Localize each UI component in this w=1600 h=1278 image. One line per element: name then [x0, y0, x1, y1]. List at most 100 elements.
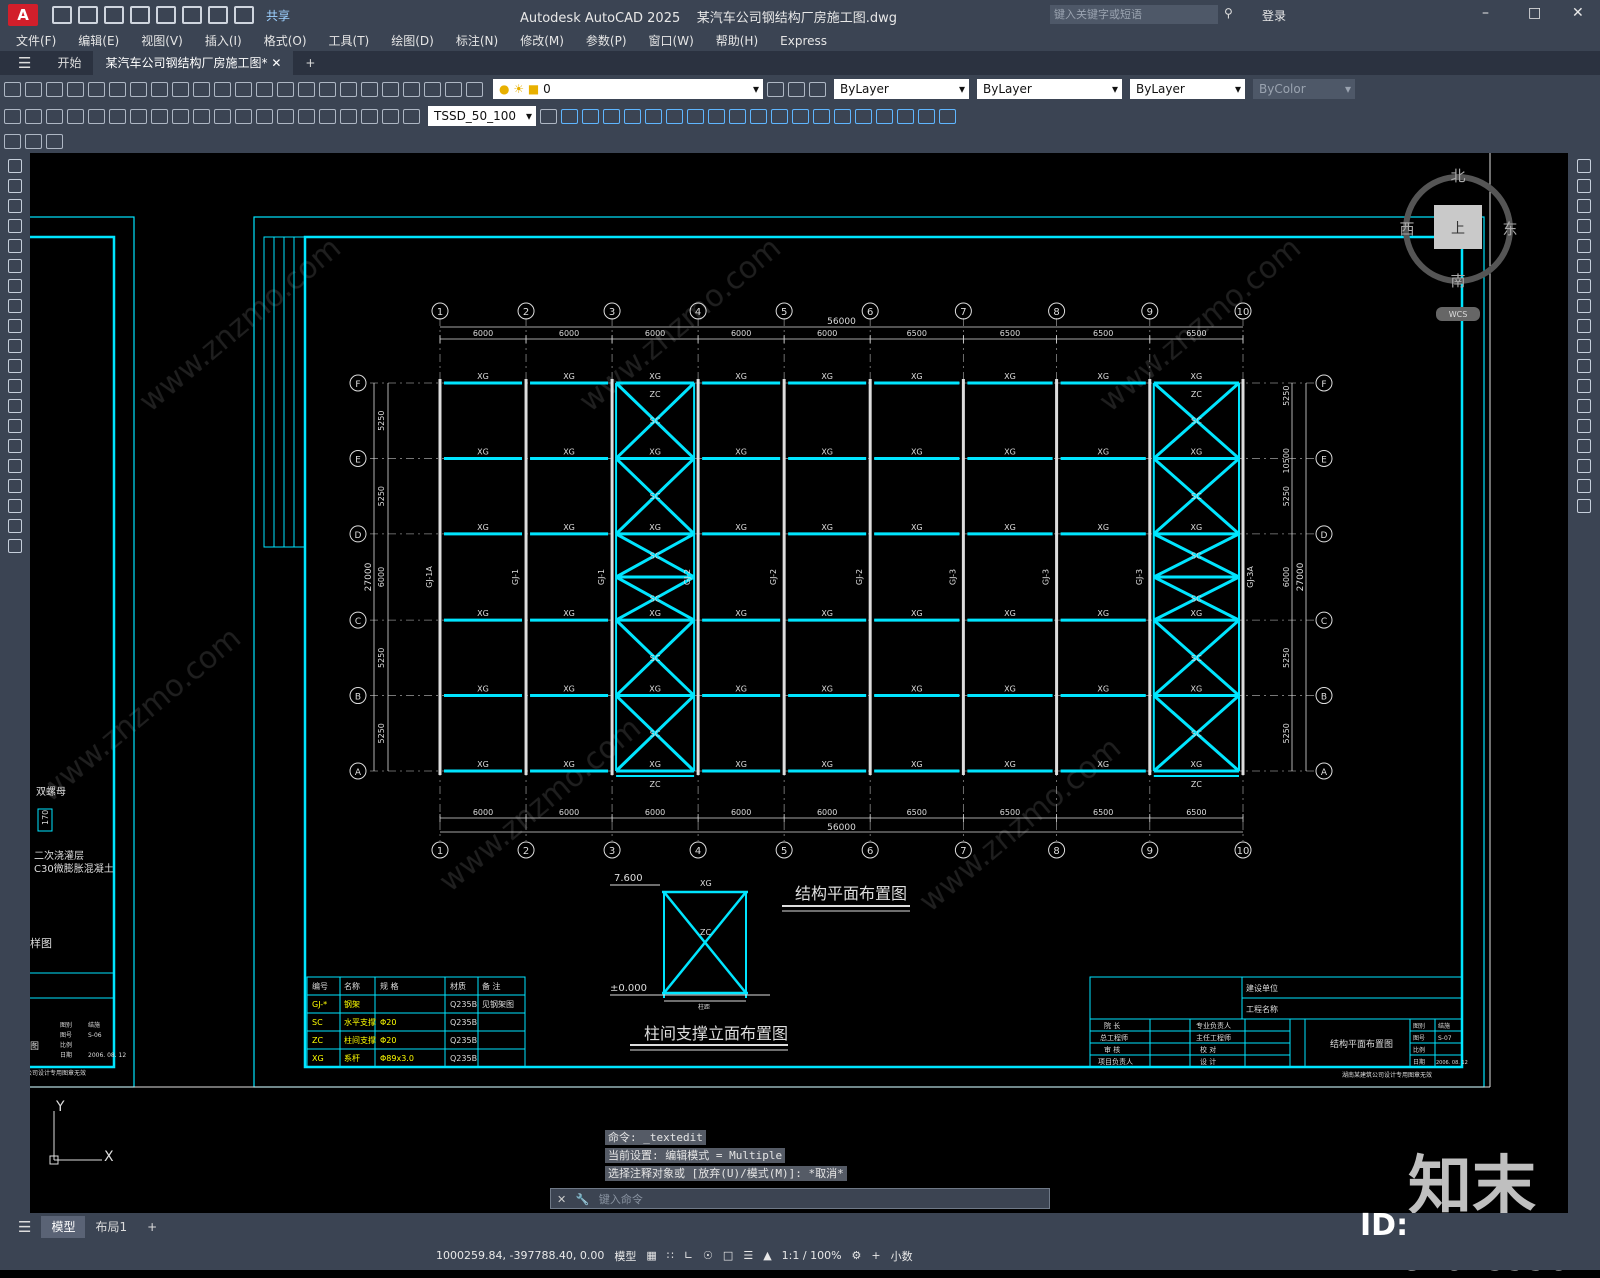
center-mark-icon[interactable]: [298, 108, 315, 124]
arc-icon[interactable]: [8, 259, 22, 273]
menu-tools[interactable]: 工具(T): [329, 32, 370, 49]
paste-icon[interactable]: [172, 81, 189, 97]
hamburger-menu-icon[interactable]: ☰: [18, 54, 31, 72]
undo-icon[interactable]: [208, 6, 228, 24]
save-icon[interactable]: [46, 81, 63, 97]
modeling-union-icon[interactable]: [792, 108, 809, 124]
new-icon[interactable]: [4, 81, 21, 97]
viewport-scale[interactable]: 1:1 / 100%: [782, 1249, 842, 1262]
add-layout-button[interactable]: +: [137, 1216, 167, 1238]
dimstyle-dropdown[interactable]: TSSD_50_100 ▾: [428, 106, 536, 126]
search-input[interactable]: 键入关键字或短语: [1050, 5, 1218, 24]
grid-icon[interactable]: ▦: [646, 1249, 656, 1262]
break-at-point-icon[interactable]: [1577, 379, 1591, 393]
modeling-intersect-icon[interactable]: [834, 108, 851, 124]
arc-length-icon[interactable]: [46, 108, 63, 124]
color-dropdown[interactable]: ByLayer ▾: [834, 79, 969, 99]
dim-style-manager-icon[interactable]: [540, 108, 557, 124]
menu-edit[interactable]: 编辑(E): [78, 32, 119, 49]
calculator-icon[interactable]: [424, 81, 441, 97]
wrench-icon[interactable]: 🔧: [576, 1193, 590, 1206]
menu-express[interactable]: Express: [780, 34, 827, 48]
menu-draw[interactable]: 绘图(D): [391, 32, 434, 49]
cut-icon[interactable]: [130, 81, 147, 97]
inspection-icon[interactable]: [319, 108, 336, 124]
modeling-wedge-icon[interactable]: [582, 108, 599, 124]
circle-icon[interactable]: [8, 279, 22, 293]
menu-window[interactable]: 窗口(W): [649, 32, 694, 49]
menu-dimension[interactable]: 标注(N): [456, 32, 498, 49]
ordinate-dim-icon[interactable]: [67, 108, 84, 124]
lineweight-dropdown[interactable]: ByLayer ▾: [1130, 79, 1245, 99]
construction-line-icon[interactable]: [8, 179, 22, 193]
erase-icon[interactable]: [1577, 159, 1591, 173]
quick-dim-icon[interactable]: [172, 108, 189, 124]
close-icon[interactable]: ✕: [1572, 5, 1584, 21]
plot-icon[interactable]: [182, 6, 202, 24]
point-icon[interactable]: [8, 419, 22, 433]
tolerance-icon[interactable]: [277, 108, 294, 124]
modeling-extrude-icon[interactable]: [708, 108, 725, 124]
rotate-icon[interactable]: [1577, 279, 1591, 293]
gear-icon[interactable]: ⚙: [852, 1249, 862, 1262]
units-dropdown[interactable]: 小数: [891, 1248, 913, 1264]
offset-icon[interactable]: [1577, 219, 1591, 233]
modeling-3darray-icon[interactable]: [918, 108, 935, 124]
menu-insert[interactable]: 插入(I): [205, 32, 242, 49]
menu-file[interactable]: 文件(F): [16, 32, 56, 49]
modeling-3drotate-icon[interactable]: [876, 108, 893, 124]
blend-curves-icon[interactable]: [1577, 479, 1591, 493]
baseline-dim-icon[interactable]: [193, 108, 210, 124]
new-icon[interactable]: [52, 6, 72, 24]
match-properties-icon[interactable]: [193, 81, 210, 97]
layer-tool-icon[interactable]: [46, 133, 63, 149]
dim-text-edit-icon[interactable]: [382, 108, 399, 124]
mtext-icon[interactable]: [8, 519, 22, 533]
hamburger-menu-icon[interactable]: ☰: [18, 1218, 31, 1236]
break-icon[interactable]: [1577, 399, 1591, 413]
modeling-box-icon[interactable]: [561, 108, 578, 124]
modeling-3dmove-icon[interactable]: [855, 108, 872, 124]
jogged-linear-icon[interactable]: [340, 108, 357, 124]
share-button[interactable]: 共享: [266, 7, 290, 24]
modeling-cylinder-icon[interactable]: [645, 108, 662, 124]
aligned-dim-icon[interactable]: [25, 108, 42, 124]
open-icon[interactable]: [78, 6, 98, 24]
autocad-logo-icon[interactable]: A: [8, 4, 38, 26]
modeling-sweep-icon[interactable]: [750, 108, 767, 124]
minimize-icon[interactable]: –: [1482, 5, 1489, 21]
spline-icon[interactable]: [8, 319, 22, 333]
close-icon[interactable]: ✕: [557, 1193, 566, 1206]
scale-icon[interactable]: [1577, 299, 1591, 313]
viewcube[interactable]: 上 北 南 东 西 WCS: [1399, 167, 1518, 321]
menu-parametric[interactable]: 参数(P): [586, 32, 627, 49]
publish-icon[interactable]: [156, 6, 176, 24]
plotstyle-dropdown[interactable]: ByColor ▾: [1253, 79, 1355, 99]
modeling-section-icon[interactable]: [939, 108, 956, 124]
sheet-set-icon[interactable]: [403, 81, 420, 97]
radius-dim-icon[interactable]: [88, 108, 105, 124]
new-tab-button[interactable]: +: [293, 51, 327, 75]
polyline-icon[interactable]: [8, 199, 22, 213]
add-selected-icon[interactable]: [8, 539, 22, 553]
modeling-torus-icon[interactable]: [666, 108, 683, 124]
search-icon[interactable]: ⚲: [1224, 6, 1233, 20]
line-icon[interactable]: [8, 159, 22, 173]
tool-palettes-icon[interactable]: [382, 81, 399, 97]
plus-icon[interactable]: +: [871, 1249, 880, 1262]
lineweight-icon[interactable]: ☰: [743, 1249, 753, 1262]
modeling-subtract-icon[interactable]: [813, 108, 830, 124]
menu-help[interactable]: 帮助(H): [716, 32, 758, 49]
mirror-icon[interactable]: [1577, 199, 1591, 213]
help-icon[interactable]: [445, 81, 462, 97]
table-icon[interactable]: [8, 499, 22, 513]
ellipse-icon[interactable]: [8, 339, 22, 353]
tab-layout1[interactable]: 布局1: [85, 1216, 137, 1238]
zoom-previous-icon[interactable]: [319, 81, 336, 97]
modeling-revolve-icon[interactable]: [729, 108, 746, 124]
ellipse-arc-icon[interactable]: [8, 359, 22, 373]
modeling-pyramid-icon[interactable]: [687, 108, 704, 124]
tab-start[interactable]: 开始: [45, 51, 93, 75]
modeling-loft-icon[interactable]: [771, 108, 788, 124]
redo-icon[interactable]: [235, 81, 252, 97]
